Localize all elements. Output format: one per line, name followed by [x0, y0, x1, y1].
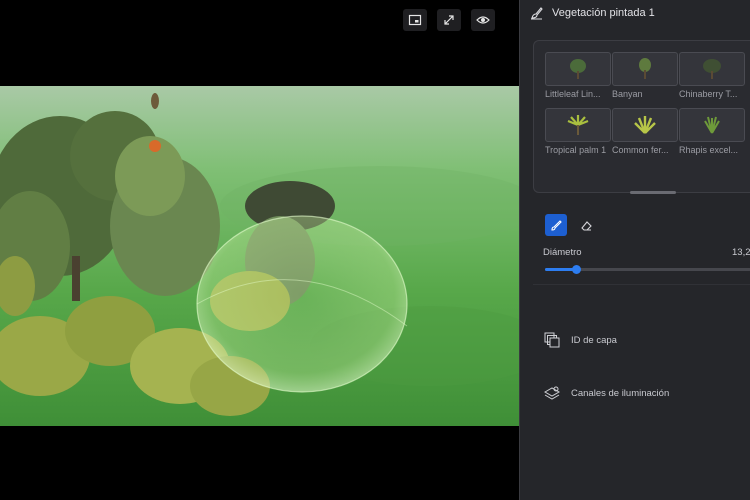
viewport-toolbar [403, 9, 495, 31]
vegetation-scene[interactable] [0, 86, 519, 426]
plant-icon [704, 116, 720, 134]
tree-icon [639, 58, 651, 79]
tree-icon [703, 59, 721, 79]
eraser-icon [580, 220, 592, 231]
asset-item[interactable]: Chinaberry T... [679, 52, 745, 99]
lighting-channels-icon [543, 386, 561, 400]
asset-thumbnail [679, 52, 745, 86]
vegetation-asset-list: Littleleaf Lin... Banyan Chinaberry T...… [533, 40, 750, 194]
screen-capture-icon [408, 14, 422, 26]
asset-item[interactable]: Rhapis excel... [679, 108, 745, 155]
asset-label: Littleleaf Lin... [545, 89, 601, 99]
diameter-slider[interactable] [545, 265, 750, 274]
asset-label: Chinaberry T... [679, 89, 738, 99]
tree-icon [570, 59, 586, 79]
asset-label: Rhapis excel... [679, 145, 739, 155]
asset-thumbnail [545, 108, 611, 142]
layers-icon [544, 332, 560, 348]
scene-render [0, 86, 519, 426]
diameter-label: Diámetro [543, 247, 582, 258]
fern-icon [634, 116, 656, 134]
asset-list-scrollbar[interactable] [630, 191, 676, 194]
asset-label: Banyan [612, 89, 643, 99]
diameter-value[interactable]: 13,2 [732, 247, 750, 258]
asset-thumbnail [612, 108, 678, 142]
visibility-button[interactable] [471, 9, 495, 31]
layer-id-label: ID de capa [571, 334, 617, 346]
lighting-channels-label: Canales de iluminación [571, 387, 670, 399]
asset-thumbnail [679, 108, 745, 142]
lighting-channels-row[interactable]: Canales de iluminación [543, 384, 669, 402]
section-divider [533, 284, 750, 285]
palm-icon [567, 115, 589, 135]
panel-header: Vegetación pintada 1 [520, 0, 750, 26]
asset-label: Common fer... [612, 145, 669, 155]
asset-item[interactable]: Common fer... [612, 108, 678, 155]
panel-title: Vegetación pintada 1 [552, 7, 655, 19]
properties-panel: Vegetación pintada 1 Littleleaf Lin... B… [519, 0, 750, 500]
screen-capture-button[interactable] [403, 9, 427, 31]
vegetation-brush-icon [531, 7, 543, 20]
3d-viewport[interactable] [0, 0, 519, 500]
layer-id-row[interactable]: ID de capa [543, 331, 617, 349]
erase-tool-button[interactable] [575, 214, 597, 236]
brush-tools [545, 214, 597, 236]
maximize-icon [444, 15, 454, 25]
asset-thumbnail [612, 52, 678, 86]
asset-item[interactable]: Littleleaf Lin... [545, 52, 611, 99]
paint-brush-icon [550, 219, 562, 231]
paint-tool-button[interactable] [545, 214, 567, 236]
asset-label: Tropical palm 1 [545, 145, 607, 155]
asset-thumbnail [545, 52, 611, 86]
diameter-slider-thumb[interactable] [572, 265, 581, 274]
eye-icon [476, 16, 490, 24]
maximize-button[interactable] [437, 9, 461, 31]
asset-item[interactable]: Tropical palm 1 [545, 108, 611, 155]
asset-item[interactable]: Banyan [612, 52, 678, 99]
